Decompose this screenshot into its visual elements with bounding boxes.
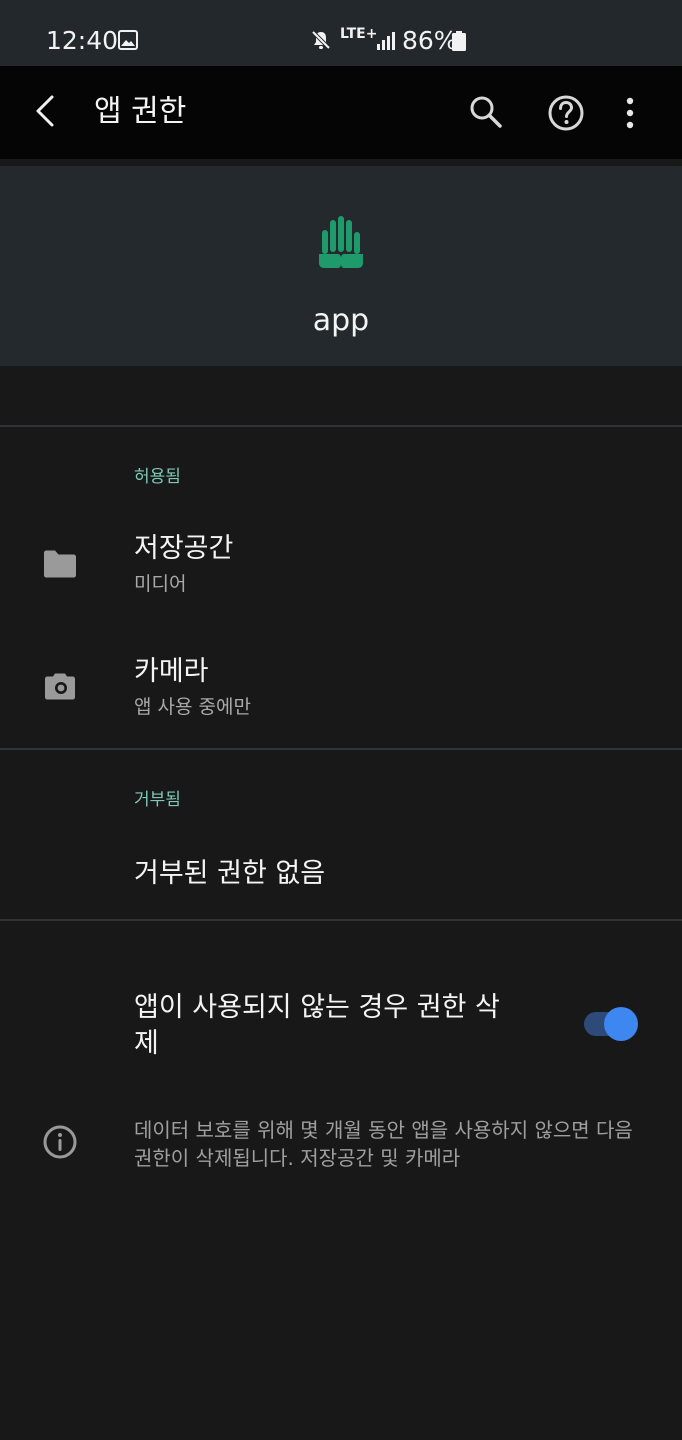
permission-subtitle: 앱 사용 중에만 <box>134 696 251 718</box>
status-time: 12:40 <box>46 26 119 55</box>
denied-section-header: 거부됨 <box>134 790 181 810</box>
auto-remove-info-text: 데이터 보호를 위해 몇 개월 동안 앱을 사용하지 않으면 다음 권한이 삭제… <box>134 1118 633 1170</box>
allowed-section-header: 허용됨 <box>134 467 181 487</box>
more-options-button[interactable] <box>615 94 645 132</box>
permission-subtitle: 미디어 <box>134 573 187 595</box>
mute-icon <box>310 29 332 55</box>
app-name: app <box>312 303 370 338</box>
signal-icon <box>376 31 396 55</box>
auto-remove-permissions-label: 앱이 사용되지 않는 경우 권한 삭제 <box>134 992 500 1059</box>
back-button[interactable] <box>30 92 70 132</box>
auto-remove-permissions-switch[interactable] <box>582 1006 638 1042</box>
divider <box>0 748 682 750</box>
switch-thumb <box>604 1007 638 1041</box>
no-denied-permissions-text: 거부된 권한 없음 <box>134 858 326 889</box>
battery-icon <box>452 31 466 55</box>
app-icon <box>316 214 366 274</box>
page-title: 앱 권한 <box>94 94 187 129</box>
divider <box>0 919 682 921</box>
help-icon <box>548 95 584 131</box>
permission-title: 카메라 <box>134 656 209 687</box>
info-icon <box>42 1124 78 1164</box>
camera-icon <box>42 671 78 707</box>
battery-percent: 86% <box>402 26 458 55</box>
gallery-notification-icon <box>118 30 138 54</box>
more-vert-icon <box>626 97 634 129</box>
network-type: LTE+ <box>340 26 378 42</box>
app-bar: 앱 권한 <box>0 66 682 159</box>
app-header: app <box>0 166 682 366</box>
help-button[interactable] <box>547 94 585 132</box>
status-bar: 12:40 LTE+ 86% <box>0 0 682 66</box>
folder-icon <box>42 548 78 584</box>
search-button[interactable] <box>468 94 504 130</box>
search-icon <box>470 96 502 128</box>
permission-title: 저장공간 <box>134 533 234 564</box>
back-arrow-icon <box>36 95 54 127</box>
divider <box>0 425 682 427</box>
